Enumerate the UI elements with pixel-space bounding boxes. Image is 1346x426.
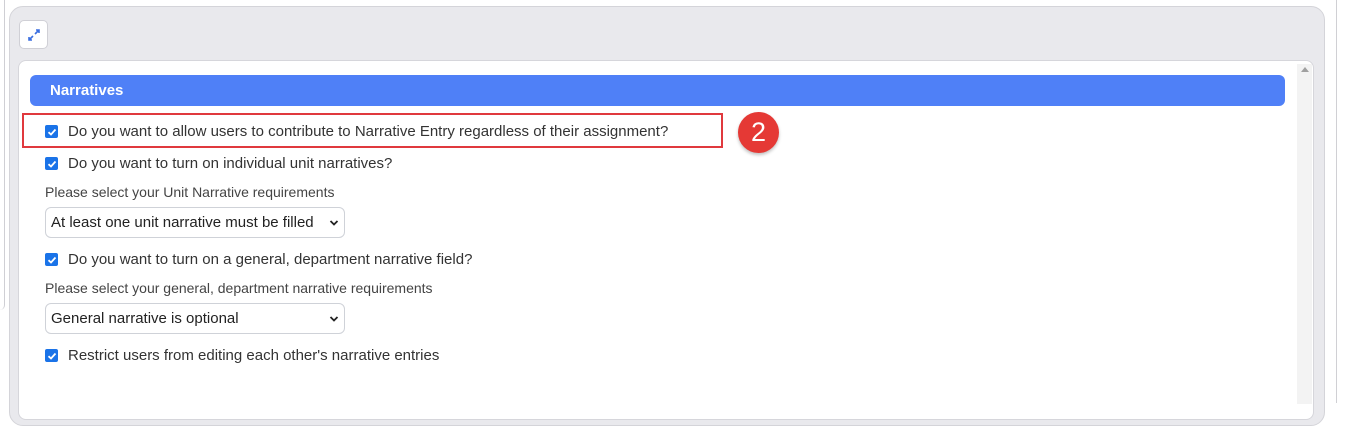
step-badge: 2 [738, 112, 779, 153]
restrict-editing-checkbox[interactable] [45, 349, 58, 362]
checkmark-icon [47, 160, 56, 168]
unit-requirements-select[interactable]: At least one unit narrative must be fill… [45, 207, 345, 238]
unit-narratives-option[interactable]: Do you want to turn on individual unit n… [45, 155, 392, 172]
restrict-editing-label: Restrict users from editing each other's… [68, 347, 440, 364]
checkmark-icon [47, 352, 56, 360]
general-narrative-option[interactable]: Do you want to turn on a general, depart… [45, 251, 472, 268]
left-panel-edge [0, 0, 5, 310]
highlight-box [22, 113, 723, 148]
scroll-up-arrow-icon[interactable] [1301, 67, 1309, 72]
expand-button[interactable] [19, 20, 48, 49]
chevron-down-icon [329, 316, 339, 322]
general-narrative-label: Do you want to turn on a general, depart… [68, 251, 473, 268]
general-requirements-label: Please select your general, department n… [45, 280, 433, 296]
unit-requirements-value: At least one unit narrative must be fill… [51, 214, 314, 231]
unit-narratives-label: Do you want to turn on individual unit n… [68, 155, 393, 172]
checkmark-icon [47, 256, 56, 264]
expand-arrows-icon [27, 28, 40, 41]
general-requirements-select[interactable]: General narrative is optional [45, 303, 345, 334]
unit-requirements-label: Please select your Unit Narrative requir… [45, 184, 335, 200]
general-requirements-value: General narrative is optional [51, 310, 239, 327]
scrollbar[interactable] [1297, 64, 1312, 404]
section-header: Narratives [30, 75, 1285, 106]
chevron-down-icon [329, 220, 339, 226]
unit-narratives-checkbox[interactable] [45, 157, 58, 170]
restrict-editing-option[interactable]: Restrict users from editing each other's… [45, 347, 439, 364]
right-divider [1336, 0, 1337, 403]
general-narrative-checkbox[interactable] [45, 253, 58, 266]
